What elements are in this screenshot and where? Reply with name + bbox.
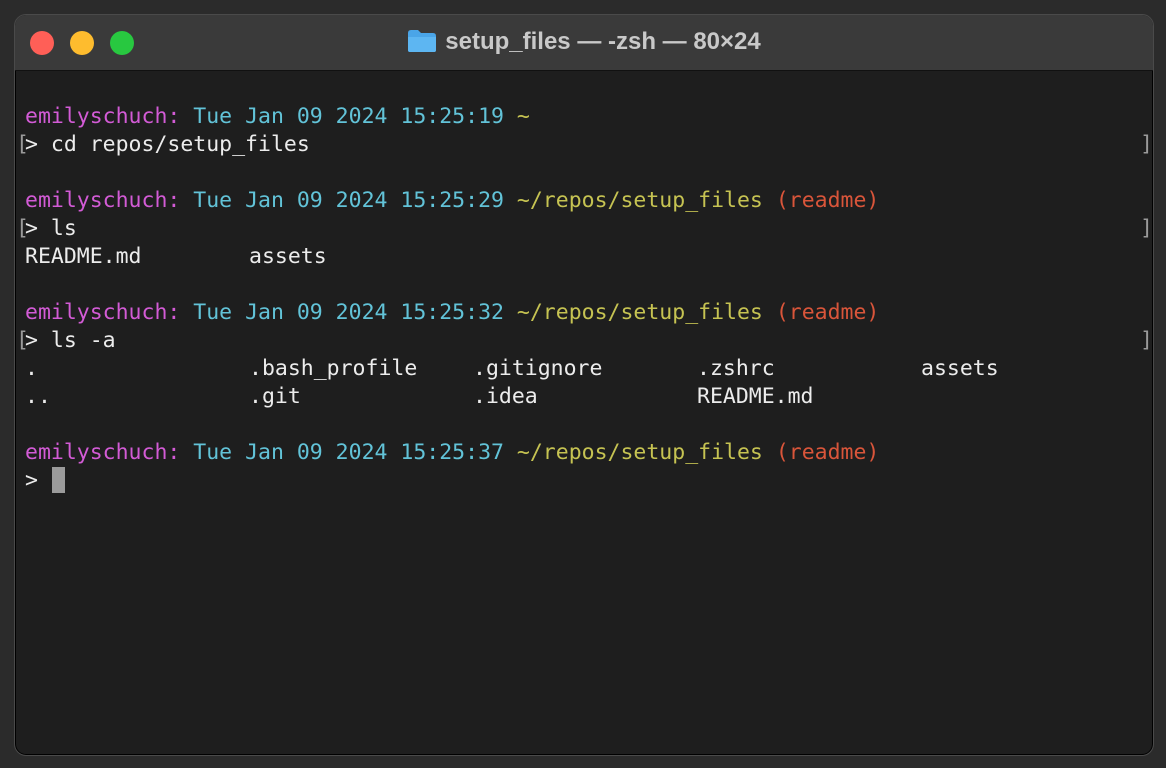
output-file: assets <box>921 356 999 381</box>
bracket-left: [ <box>16 216 29 241</box>
output-file: assets <box>249 244 327 269</box>
terminal-window: setup_files — -zsh — 80×24 emilyschuch: … <box>14 14 1154 756</box>
window-title: setup_files — -zsh — 80×24 <box>445 28 761 55</box>
command-text: > ls <box>25 216 77 241</box>
command-text: > cd repos/setup_files <box>25 132 310 157</box>
prompt-path: ~ <box>516 104 530 129</box>
output-file: .zshrc <box>697 356 775 381</box>
bracket-right: ] <box>1140 132 1153 157</box>
prompt-user: emilyschuch: <box>25 104 181 129</box>
output-file: .bash_profile <box>249 356 418 381</box>
bracket-right: ] <box>1140 216 1153 241</box>
prompt-branch: (readme) <box>775 188 880 213</box>
terminal-content[interactable]: emilyschuch: Tue Jan 09 2024 15:25:19 ~ … <box>15 71 1153 755</box>
text-cursor <box>51 467 65 493</box>
command-prompt-symbol: > <box>25 468 38 493</box>
title-bar[interactable]: setup_files — -zsh — 80×24 <box>15 15 1153 71</box>
output-row: .. .git .idea README.md <box>25 383 1153 411</box>
prompt-branch: (readme) <box>775 300 880 325</box>
output-file: .idea <box>473 384 538 409</box>
prompt-user: emilyschuch: <box>25 440 181 465</box>
output-row: README.md assets <box>25 243 1153 271</box>
bracket-left: [ <box>16 132 29 157</box>
prompt-user: emilyschuch: <box>25 188 181 213</box>
bracket-left: [ <box>16 328 29 353</box>
prompt-branch: (readme) <box>775 440 880 465</box>
bracket-right: ] <box>1140 328 1153 353</box>
command-text: > ls -a <box>25 328 116 353</box>
command-line: [> ls -a] <box>16 327 1153 355</box>
output-file: .gitignore <box>473 356 603 381</box>
output-file: README.md <box>697 384 814 409</box>
prompt-date: Tue Jan 09 2024 15:25:29 <box>193 188 504 213</box>
window-title-group: setup_files — -zsh — 80×24 <box>15 27 1153 61</box>
prompt-line: emilyschuch: Tue Jan 09 2024 15:25:32 ~/… <box>25 299 1153 327</box>
prompt-date: Tue Jan 09 2024 15:25:32 <box>193 300 504 325</box>
prompt-path: ~/repos/setup_files <box>516 188 763 213</box>
output-file: README.md <box>25 244 142 269</box>
command-line: [> ls] <box>16 215 1153 243</box>
prompt-path: ~/repos/setup_files <box>516 440 763 465</box>
output-file: . <box>25 356 38 381</box>
prompt-line: emilyschuch: Tue Jan 09 2024 15:25:37 ~/… <box>25 439 1153 467</box>
prompt-user: emilyschuch: <box>25 300 181 325</box>
output-file: .. <box>25 384 51 409</box>
prompt-path: ~/repos/setup_files <box>516 300 763 325</box>
prompt-date: Tue Jan 09 2024 15:25:19 <box>193 104 504 129</box>
output-row: . .bash_profile .gitignore .zshrc assets <box>25 355 1153 383</box>
command-line: [> cd repos/setup_files] <box>16 131 1153 159</box>
folder-icon <box>407 29 437 61</box>
prompt-line: emilyschuch: Tue Jan 09 2024 15:25:29 ~/… <box>25 187 1153 215</box>
prompt-line: emilyschuch: Tue Jan 09 2024 15:25:19 ~ <box>25 103 1153 131</box>
output-file: .git <box>249 384 301 409</box>
active-command-line[interactable]: > <box>25 467 1153 495</box>
prompt-date: Tue Jan 09 2024 15:25:37 <box>193 440 504 465</box>
